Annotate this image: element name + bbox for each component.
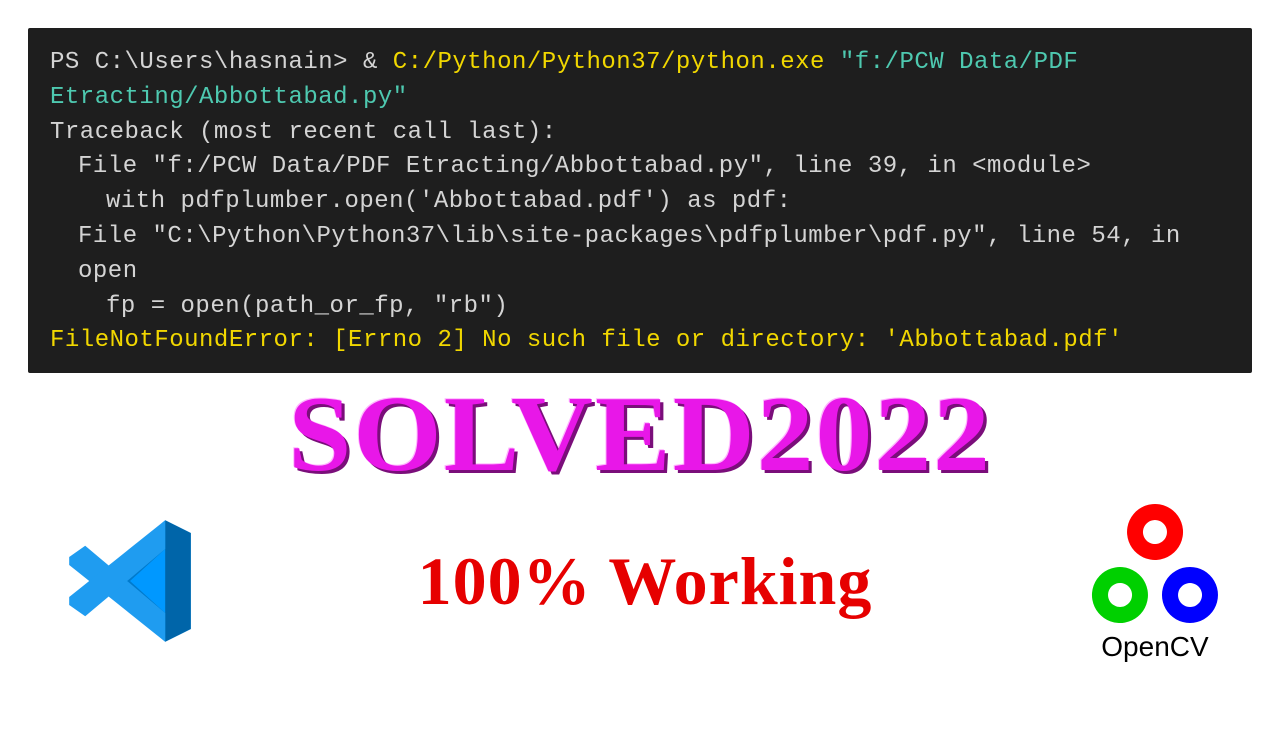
bottom-row: 100% Working OpenCV — [0, 489, 1280, 663]
traceback-header: Traceback (most recent call last): — [50, 116, 1230, 151]
error-message: FileNotFoundError: [Errno 2] No such fil… — [50, 324, 1230, 359]
traceback-frame-1-file: File "f:/PCW Data/PDF Etracting/Abbottab… — [50, 150, 1230, 185]
working-text: 100% Working — [418, 542, 873, 621]
python-executable-path: C:/Python/Python37/python.exe — [393, 49, 840, 76]
vscode-icon — [40, 501, 220, 661]
terminal-panel: PS C:\Users\hasnain> & C:/Python/Python3… — [28, 28, 1252, 373]
opencv-logo: OpenCV — [1070, 499, 1240, 663]
terminal-command-line: PS C:\Users\hasnain> & C:/Python/Python3… — [50, 46, 1230, 116]
solved-text: SOLVED2022 — [288, 381, 992, 489]
traceback-frame-2-file: File "C:\Python\Python37\lib\site-packag… — [50, 220, 1230, 290]
traceback-frame-1-code: with pdfplumber.open('Abbottabad.pdf') a… — [50, 185, 1230, 220]
opencv-label: OpenCV — [1101, 631, 1208, 663]
solved-banner: SOLVED2022 — [0, 381, 1280, 489]
traceback-frame-2-code: fp = open(path_or_fp, "rb") — [50, 290, 1230, 325]
opencv-rings-icon — [1075, 499, 1235, 629]
prompt-text: PS C:\Users\hasnain> & — [50, 49, 393, 76]
